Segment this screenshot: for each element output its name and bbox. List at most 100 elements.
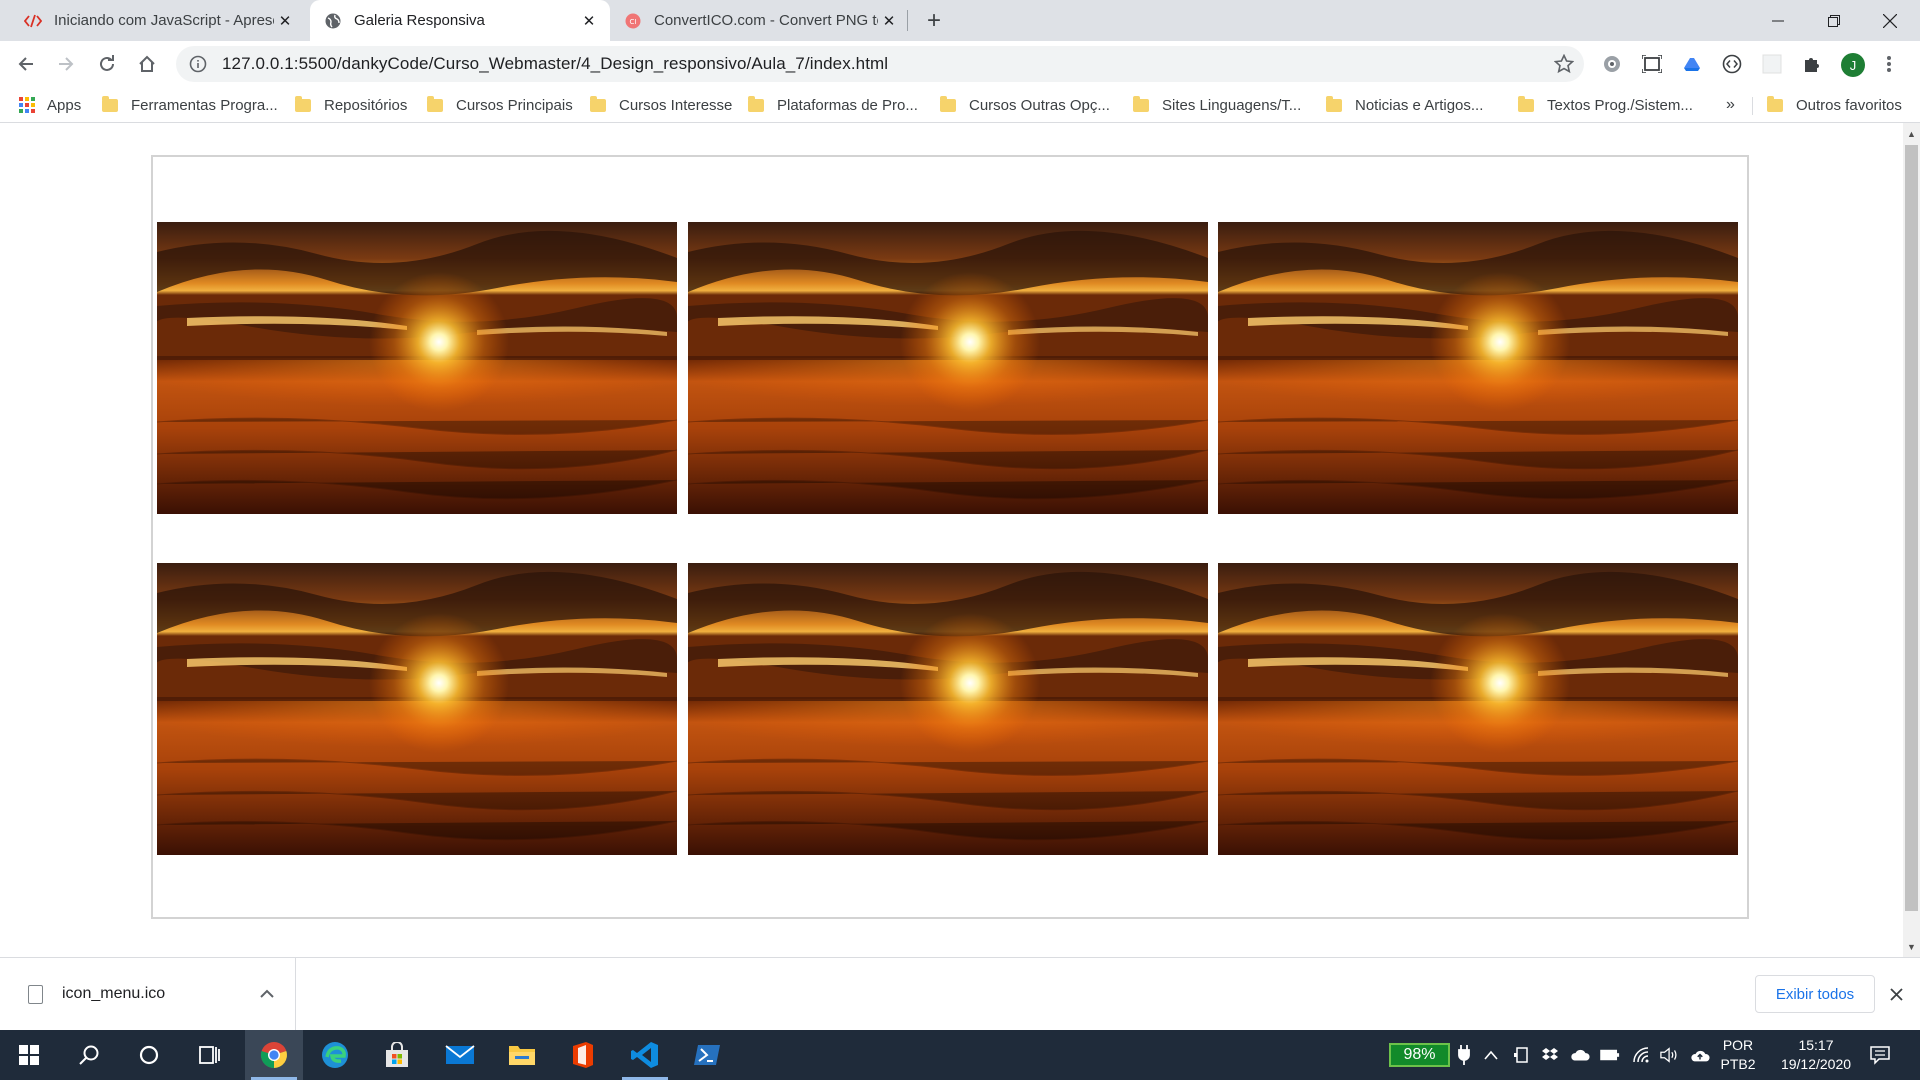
taskbar-vscode[interactable]: [616, 1030, 674, 1080]
taskbar-store[interactable]: [368, 1030, 426, 1080]
search-button[interactable]: [60, 1030, 118, 1080]
gallery-image[interactable]: [1218, 563, 1738, 855]
close-icon[interactable]: ✕: [578, 10, 600, 32]
reload-icon: [100, 55, 114, 71]
url-text: 127.0.0.1:5500/dankyCode/Curso_Webmaster…: [222, 54, 889, 73]
reload-button[interactable]: [89, 46, 125, 82]
close-window-button[interactable]: [1862, 0, 1918, 41]
bookmark-folder[interactable]: Noticias e Artigos...: [1326, 93, 1483, 117]
bookmark-star-icon[interactable]: [1553, 53, 1575, 74]
gallery-container: [151, 155, 1749, 919]
gallery-image[interactable]: [688, 222, 1208, 514]
arrow-left-icon: [18, 57, 33, 71]
onedrive-cloud-icon[interactable]: [1570, 1045, 1590, 1065]
start-button[interactable]: [0, 1030, 58, 1080]
tablet-icon[interactable]: [1512, 1045, 1532, 1065]
close-icon[interactable]: ✕: [274, 10, 296, 32]
plus-icon: +: [926, 7, 941, 34]
mail-icon: [445, 1045, 475, 1064]
download-bar: icon_menu.ico Exibir todos: [0, 957, 1920, 1030]
taskbar-mail[interactable]: [431, 1030, 489, 1080]
minimize-icon: [1772, 20, 1784, 21]
address-bar[interactable]: 127.0.0.1:5500/dankyCode/Curso_Webmaster…: [176, 46, 1584, 82]
tab-javascript[interactable]: Iniciando com JavaScript - Apresentação …: [10, 0, 306, 41]
bookmark-folder[interactable]: Plataformas de Pro...: [748, 93, 918, 117]
puzzle-icon[interactable]: [1801, 53, 1823, 75]
bookmark-label: Textos Prog./Sistem...: [1547, 96, 1693, 114]
bookmark-label: Cursos Interesse: [619, 96, 733, 114]
power-plug-icon[interactable]: [1454, 1045, 1474, 1065]
wifi-icon[interactable]: [1632, 1045, 1652, 1065]
close-icon[interactable]: [1886, 984, 1906, 1004]
minimize-button[interactable]: [1750, 0, 1806, 41]
folder-icon: [590, 95, 606, 112]
input-language[interactable]: POR PTB2: [1718, 1036, 1758, 1074]
bookmark-label: Plataformas de Pro...: [777, 96, 918, 114]
battery-icon[interactable]: [1600, 1045, 1620, 1065]
bookmark-folder[interactable]: Repositórios: [295, 93, 407, 117]
info-icon[interactable]: [188, 54, 208, 74]
download-item[interactable]: icon_menu.ico: [0, 958, 296, 1030]
code-extension-icon[interactable]: [1721, 53, 1743, 75]
taskbar-powershell[interactable]: [678, 1030, 736, 1080]
bookmarks-bar: Apps Ferramentas Progra... Repositórios …: [0, 87, 1920, 123]
home-icon: [139, 55, 155, 72]
tab-title: Iniciando com JavaScript - Apresentação: [54, 12, 274, 29]
tab-title: ConvertICO.com - Convert PNG to ICO: [654, 12, 878, 29]
bookmark-folder[interactable]: Sites Linguagens/T...: [1133, 93, 1301, 117]
apps-grid-icon: [19, 97, 35, 113]
gallery-image[interactable]: [157, 563, 677, 855]
notification-center-icon[interactable]: [1868, 1042, 1892, 1068]
gallery-image[interactable]: [1218, 222, 1738, 514]
cloud-upload-icon[interactable]: [1690, 1045, 1710, 1065]
taskbar-file-explorer[interactable]: [493, 1030, 551, 1080]
profile-avatar[interactable]: J: [1841, 53, 1865, 77]
bookmark-label: Ferramentas Progra...: [131, 96, 278, 114]
taskbar-edge[interactable]: [306, 1030, 364, 1080]
tab-converticon[interactable]: CI ConvertICO.com - Convert PNG to ICO ✕: [610, 0, 910, 41]
bookmark-label: Noticias e Artigos...: [1355, 96, 1484, 114]
cortana-button[interactable]: [120, 1030, 178, 1080]
gallery-image[interactable]: [688, 563, 1208, 855]
chevron-up-icon[interactable]: [258, 984, 276, 1002]
screenshot-extension-icon[interactable]: [1641, 53, 1663, 75]
task-view-button[interactable]: [180, 1030, 238, 1080]
taskbar-chrome[interactable]: [245, 1030, 303, 1080]
powershell-icon: [694, 1045, 720, 1065]
bookmark-folder[interactable]: Ferramentas Progra...: [102, 93, 278, 117]
show-all-downloads-button[interactable]: Exibir todos: [1755, 975, 1875, 1013]
bookmark-other-favorites[interactable]: Outros favoritos: [1767, 93, 1902, 117]
clock-date: 19/12/2020: [1780, 1056, 1852, 1072]
scrollbar-thumb[interactable]: [1905, 145, 1918, 911]
bookmark-label: Outros favoritos: [1796, 96, 1902, 114]
scroll-up-icon[interactable]: ▲: [1903, 125, 1920, 142]
close-icon[interactable]: ✕: [878, 10, 900, 32]
bookmark-folder[interactable]: Cursos Interesse: [590, 93, 732, 117]
vertical-scrollbar[interactable]: ▲ ▼: [1903, 123, 1920, 957]
bookmark-apps[interactable]: Apps: [19, 93, 81, 117]
bookmark-folder[interactable]: Textos Prog./Sistem...: [1518, 93, 1693, 117]
tab-galeria[interactable]: Galeria Responsiva ✕: [310, 0, 610, 41]
volume-icon[interactable]: [1660, 1045, 1680, 1065]
system-clock[interactable]: 15:17 19/12/2020: [1768, 1036, 1864, 1074]
page-viewport: ▲ ▼: [0, 123, 1920, 957]
bookmark-folder[interactable]: Cursos Principais: [427, 93, 573, 117]
battery-indicator[interactable]: 98%: [1389, 1043, 1450, 1067]
extension-gear-icon[interactable]: [1601, 53, 1623, 75]
scroll-down-icon[interactable]: ▼: [1903, 938, 1920, 955]
gallery-image[interactable]: [157, 222, 677, 514]
taskbar-office[interactable]: [554, 1030, 612, 1080]
forward-button[interactable]: [48, 46, 84, 82]
back-button[interactable]: [8, 46, 44, 82]
more-bookmarks-button[interactable]: »: [1726, 93, 1735, 117]
home-button[interactable]: [129, 46, 165, 82]
chevron-up-icon[interactable]: [1481, 1045, 1501, 1065]
more-vert-icon[interactable]: [1882, 53, 1896, 75]
drive-extension-icon[interactable]: [1681, 53, 1703, 75]
folder-icon: [1133, 95, 1149, 112]
restore-button[interactable]: [1806, 0, 1862, 41]
blank-extension-icon[interactable]: [1761, 53, 1783, 75]
bookmark-folder[interactable]: Cursos Outras Opç...: [940, 93, 1110, 117]
new-tab-button[interactable]: +: [920, 7, 948, 35]
dropbox-icon[interactable]: [1540, 1045, 1560, 1065]
